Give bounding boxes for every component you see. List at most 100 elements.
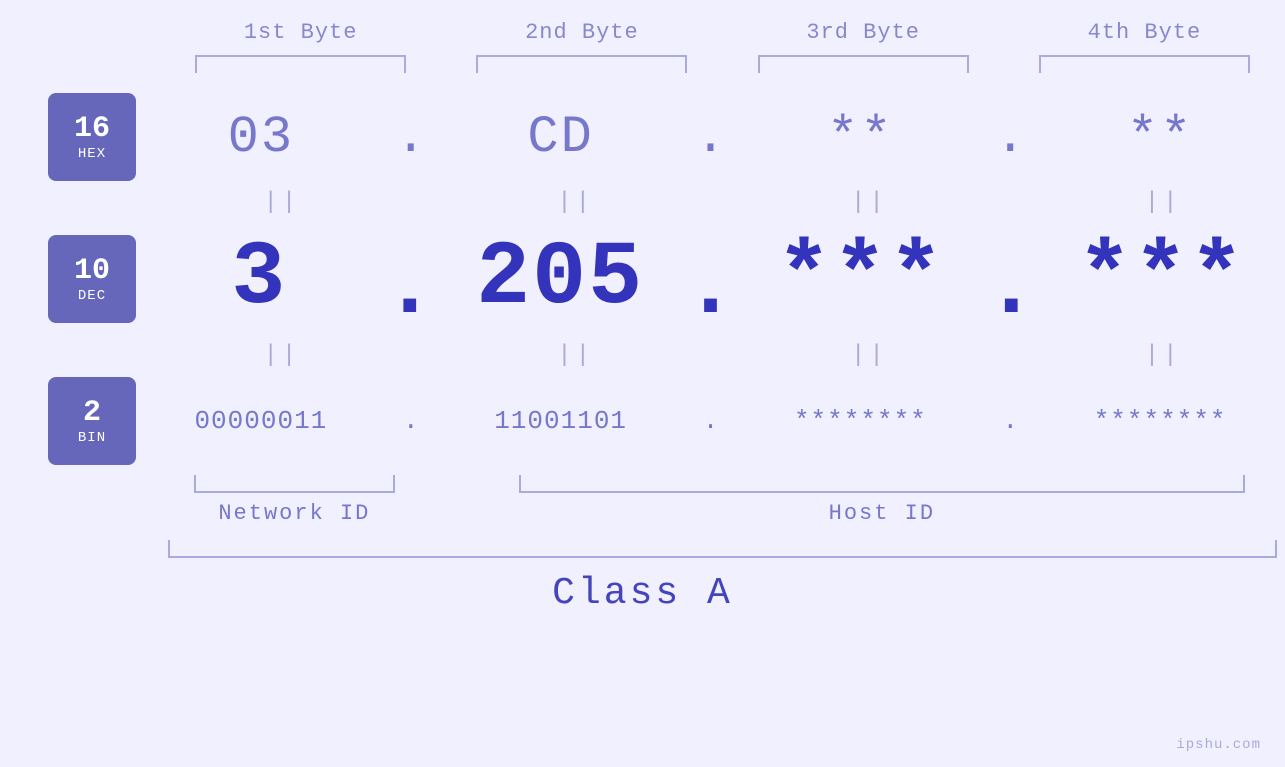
equals-dot-1-1 — [404, 189, 454, 216]
equals-dot-1-3 — [991, 189, 1041, 216]
hex-value-2: CD — [527, 108, 593, 167]
dec-dot-2: . — [683, 224, 737, 334]
bin-value-4: ******** — [1094, 406, 1227, 436]
dec-cell-3: *** — [738, 228, 985, 330]
dec-value-1: 3 — [231, 228, 287, 330]
equals-dot-2-3 — [991, 342, 1041, 369]
dec-row: 10 DEC 3 . 205 . *** . *** — [0, 224, 1285, 334]
hex-row: 16 HEX 03 . CD . ** . ** — [0, 93, 1285, 181]
bin-dot-2: . — [686, 406, 736, 436]
dec-dot-3: . — [984, 224, 1038, 334]
hex-base-text: HEX — [78, 146, 106, 162]
bin-base-number: 2 — [83, 397, 101, 430]
website-label: ipshu.com — [1176, 737, 1261, 753]
class-bracket-shape — [168, 540, 1277, 558]
bottom-bracket-host-shape — [519, 475, 1245, 493]
equals-cell-2-1: || — [160, 342, 404, 369]
dec-cell-1: 3 — [136, 228, 383, 330]
hex-dot-1: . — [386, 108, 436, 167]
bin-cell-4: ******** — [1035, 406, 1285, 436]
equals-row-2: || || || || — [0, 342, 1285, 369]
equals-dot-2-2 — [698, 342, 748, 369]
bin-dot-1: . — [386, 406, 436, 436]
bin-base-label: 2 BIN — [48, 377, 136, 465]
top-bracket-shape-4 — [1039, 55, 1250, 73]
equals-cell-2-2: || — [454, 342, 698, 369]
dec-base-number: 10 — [74, 255, 110, 288]
equals-cell-2-3: || — [748, 342, 992, 369]
byte-header-1: 1st Byte — [160, 20, 441, 45]
top-brackets-row — [0, 55, 1285, 73]
network-id-label: Network ID — [160, 501, 429, 526]
hex-value-1: 03 — [228, 108, 294, 167]
equals-cell-2-4: || — [1041, 342, 1285, 369]
bin-cell-1: 00000011 — [136, 406, 386, 436]
bottom-bracket-dot-spacer — [429, 475, 479, 493]
hex-dot-symbol-3: . — [995, 108, 1026, 167]
hex-cell-4: ** — [1035, 108, 1285, 167]
dec-dot-symbol-2: . — [683, 244, 737, 334]
hex-dot-3: . — [985, 108, 1035, 167]
top-bracket-shape-3 — [758, 55, 969, 73]
hex-value-4: ** — [1127, 108, 1193, 167]
equals-row-1: || || || || — [0, 189, 1285, 216]
byte-header-4: 4th Byte — [1004, 20, 1285, 45]
dec-dot-1: . — [383, 224, 437, 334]
bin-value-2: 11001101 — [494, 406, 627, 436]
byte-header-3: 3rd Byte — [723, 20, 1004, 45]
bin-data-cells: 00000011 . 11001101 . ******** . *******… — [136, 406, 1285, 436]
host-id-label: Host ID — [479, 501, 1285, 526]
bin-cell-2: 11001101 — [436, 406, 686, 436]
dec-dot-symbol-1: . — [383, 244, 437, 334]
equals-cell-1-4: || — [1041, 189, 1285, 216]
bin-dot-3: . — [985, 406, 1035, 436]
main-container: 1st Byte 2nd Byte 3rd Byte 4th Byte 16 H… — [0, 0, 1285, 767]
bin-base-text: BIN — [78, 430, 106, 446]
bin-dot-symbol-1: . — [403, 406, 419, 436]
bin-cell-3: ******** — [736, 406, 986, 436]
hex-base-number: 16 — [74, 113, 110, 146]
equals-cell-1-2: || — [454, 189, 698, 216]
equals-dot-1-2 — [698, 189, 748, 216]
hex-base-label: 16 HEX — [48, 93, 136, 181]
hex-cell-1: 03 — [136, 108, 386, 167]
top-bracket-4 — [1004, 55, 1285, 73]
bottom-bracket-net — [160, 475, 429, 493]
hex-dot-symbol-2: . — [695, 108, 726, 167]
dec-base-label: 10 DEC — [48, 235, 136, 323]
dec-value-2: 205 — [476, 228, 644, 330]
bin-row: 2 BIN 00000011 . 11001101 . ******** . — [0, 377, 1285, 465]
bottom-bracket-host — [479, 475, 1285, 493]
byte-headers-row: 1st Byte 2nd Byte 3rd Byte 4th Byte — [0, 20, 1285, 45]
labels-row: Network ID Host ID — [0, 501, 1285, 526]
top-bracket-2 — [441, 55, 722, 73]
dec-cell-2: 205 — [437, 228, 684, 330]
hex-dot-2: . — [686, 108, 736, 167]
equals-cell-1-3: || — [748, 189, 992, 216]
label-dot-spacer — [429, 501, 479, 526]
dec-data-cells: 3 . 205 . *** . *** — [136, 224, 1285, 334]
class-label: Class A — [552, 572, 733, 615]
top-bracket-shape-2 — [476, 55, 687, 73]
byte-header-2: 2nd Byte — [441, 20, 722, 45]
top-bracket-1 — [160, 55, 441, 73]
dec-value-4: *** — [1078, 228, 1246, 330]
dec-cell-4: *** — [1038, 228, 1285, 330]
bottom-bracket-net-shape — [194, 475, 396, 493]
hex-data-cells: 03 . CD . ** . ** — [136, 108, 1285, 167]
bin-value-1: 00000011 — [194, 406, 327, 436]
bin-dot-symbol-2: . — [703, 406, 719, 436]
hex-dot-symbol-1: . — [395, 108, 426, 167]
top-bracket-shape-1 — [195, 55, 406, 73]
hex-cell-2: CD — [436, 108, 686, 167]
dec-dot-symbol-3: . — [984, 244, 1038, 334]
bin-value-3: ******** — [794, 406, 927, 436]
bottom-brackets-row — [0, 475, 1285, 493]
top-bracket-3 — [723, 55, 1004, 73]
dec-value-3: *** — [777, 228, 945, 330]
hex-cell-3: ** — [736, 108, 986, 167]
bin-dot-symbol-3: . — [1002, 406, 1018, 436]
dec-base-text: DEC — [78, 288, 106, 304]
equals-cell-1-1: || — [160, 189, 404, 216]
class-row: Class A — [0, 572, 1285, 615]
